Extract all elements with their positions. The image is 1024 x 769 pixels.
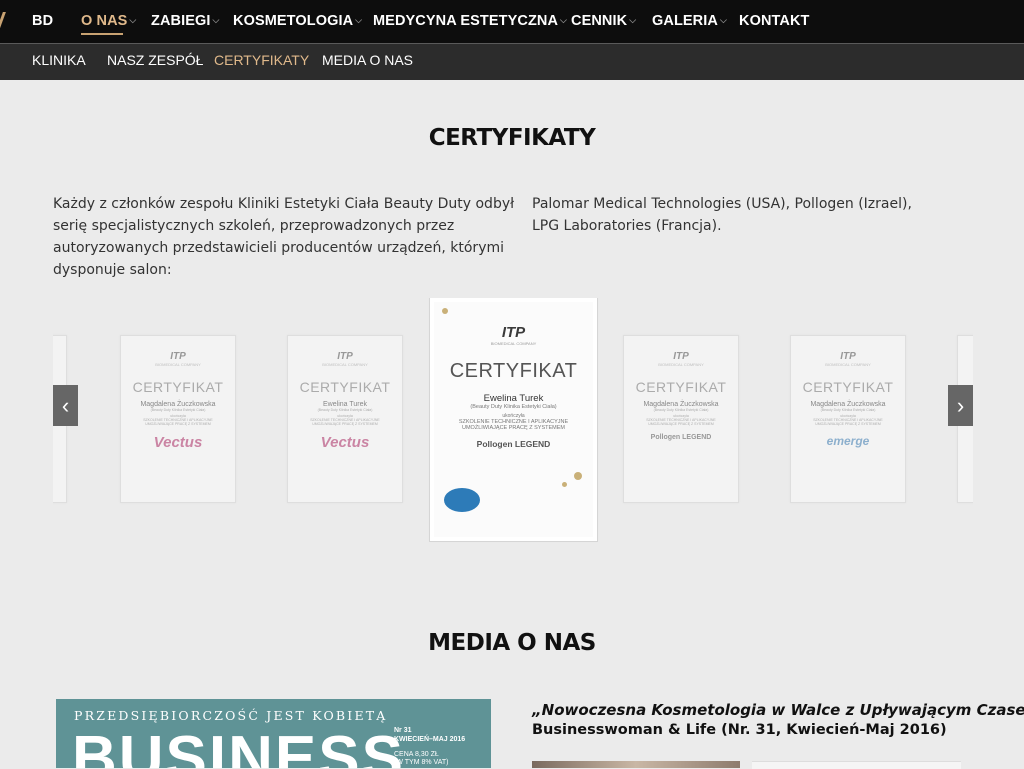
intro-text-left: Każdy z członków zespołu Kliniki Estetyk… [53,196,515,278]
media-heading: MEDIA O NAS [428,630,596,656]
active-nav-underline [81,33,123,35]
itp-logo: ITP [840,351,856,362]
certificate-slide-active[interactable]: ITP BIOMEDICAL COMPANY CERTYFIKAT Ewelin… [429,298,598,542]
certificate-slide[interactable]: ITP BIOMEDICAL COMPANY CERTYFIKAT Ewelin… [287,335,403,503]
nav-item-kontakt[interactable]: KONTAKT [739,13,810,29]
vectus-brand-logo: Vectus [153,434,203,451]
main-navigation: BD O NAS ⌵ ZABIEGI ⌵ KOSMETOLOGIA ⌵ MEDYCYN… [0,0,1024,44]
chevron-down-icon: ⌵ [629,15,637,25]
article-source: Businesswoman & Life (Nr. 31, Kwiecień-M… [532,722,947,738]
subnav-item-nasz-zespol[interactable]: NASZ ZESPÓŁ [107,52,203,68]
certificate-carousel: ITP BIOMEDICAL COMPANY CERTYFIKAT Magdal… [53,298,973,543]
nav-item-label: ZABIEGI [151,13,211,29]
nav-item-label: KOSMETOLOGIA [233,13,354,29]
nav-item-label: O NAS [81,13,128,29]
nav-item-o-nas[interactable]: O NAS ⌵ [81,13,136,29]
pollogen-brand-logo: Pollogen LEGEND [476,439,551,449]
article-photo[interactable] [532,761,740,768]
subnav-item-media-o-nas[interactable]: MEDIA O NAS [322,52,413,68]
decorative-dot [574,472,582,480]
pollogen-badge-icon [444,488,480,512]
certificate-title: CERTYFIKAT [635,379,727,395]
decorative-dot [562,482,567,487]
certificate-slide[interactable]: ITP BIOMEDICAL COMPANY CERTYFIKAT Magdal… [120,335,236,503]
certificate-slide[interactable]: ITP BIOMEDICAL COMPANY CERTYFIKAT Magdal… [790,335,906,503]
nav-item-label: CENNIK [571,13,628,29]
certificate-recipient: Magdalena Żuczkowska [810,401,886,408]
brand-accent [0,12,6,28]
subnav-item-klinika[interactable]: KLINIKA [32,52,86,68]
emerge-brand-logo: emerge [826,434,870,448]
chevron-down-icon: ⌵ [719,15,727,25]
nav-item-label: MEDYCYNA ESTETYCZNA [373,13,559,29]
itp-logo: ITP [673,351,689,362]
certificate-recipient: Ewelina Turek [483,393,544,404]
chevron-left-icon: ‹ [61,393,70,418]
certificate-recipient: Ewelina Turek [323,401,367,408]
certificates-heading: CERTYFIKATY [428,125,596,151]
vectus-brand-logo: Vectus [320,434,370,451]
certificate-title: CERTYFIKAT [449,360,578,382]
chevron-right-icon: › [956,393,965,418]
subnav-item-certyfikaty[interactable]: CERTYFIKATY [214,52,309,68]
nav-item-galeria[interactable]: GALERIA ⌵ [652,13,727,29]
decorative-dot [442,308,448,314]
certificate-slide[interactable]: ITP BIOMEDICAL COMPANY CERTYFIKAT Magdal… [623,335,739,503]
certificate-title: CERTYFIKAT [802,379,894,395]
carousel-prev-button[interactable]: ‹ [53,385,78,426]
nav-item-medycyna-estetyczna[interactable]: MEDYCYNA ESTETYCZNA ⌵ [373,13,567,29]
nav-item-zabiegi[interactable]: ZABIEGI ⌵ [151,13,219,29]
carousel-next-button[interactable]: › [948,385,973,426]
chevron-down-icon: ⌵ [129,15,137,25]
nav-item-label: GALERIA [652,13,718,29]
itp-logo: ITP [501,324,526,341]
magazine-issue: Nr 31 KWIECIEŃ–MAJ 2016 [394,727,466,743]
pollogen-brand-logo: Pollogen LEGEND [650,434,712,441]
certificate-title: CERTYFIKAT [132,379,224,395]
nav-item-cennik[interactable]: CENNIK ⌵ [571,13,636,29]
chevron-down-icon: ⌵ [560,15,567,25]
certificate-title: CERTYFIKAT [299,379,391,395]
nav-item-bd[interactable]: BD [32,13,53,29]
magazine-cover-image[interactable]: PRZEDSIĘBIORCZOŚĆ JEST KOBIETĄ BUSINESS … [56,699,491,768]
sub-navigation: KLINIKA NASZ ZESPÓŁ CERTYFIKATY MEDIA O … [0,44,1024,80]
chevron-down-icon: ⌵ [355,15,363,25]
article-title: „Nowoczesna Kosmetologia w Walce z Upływ… [532,701,1024,719]
itp-logo: ITP [337,351,353,362]
intro-text-right: Palomar Medical Technologies (USA), Poll… [532,196,912,234]
magazine-title: BUSINESS [72,724,405,768]
chevron-down-icon: ⌵ [212,15,220,25]
magazine-tagline: PRZEDSIĘBIORCZOŚĆ JEST KOBIETĄ [74,708,388,723]
magazine-price: CENA 8,30 ZŁ (W TYM 8% VAT) [394,751,449,766]
itp-logo: ITP [170,351,186,362]
certificate-recipient: Magdalena Żuczkowska [140,401,216,408]
certificate-recipient: Magdalena Żuczkowska [643,401,719,408]
nav-item-kosmetologia[interactable]: KOSMETOLOGIA ⌵ [233,13,362,29]
